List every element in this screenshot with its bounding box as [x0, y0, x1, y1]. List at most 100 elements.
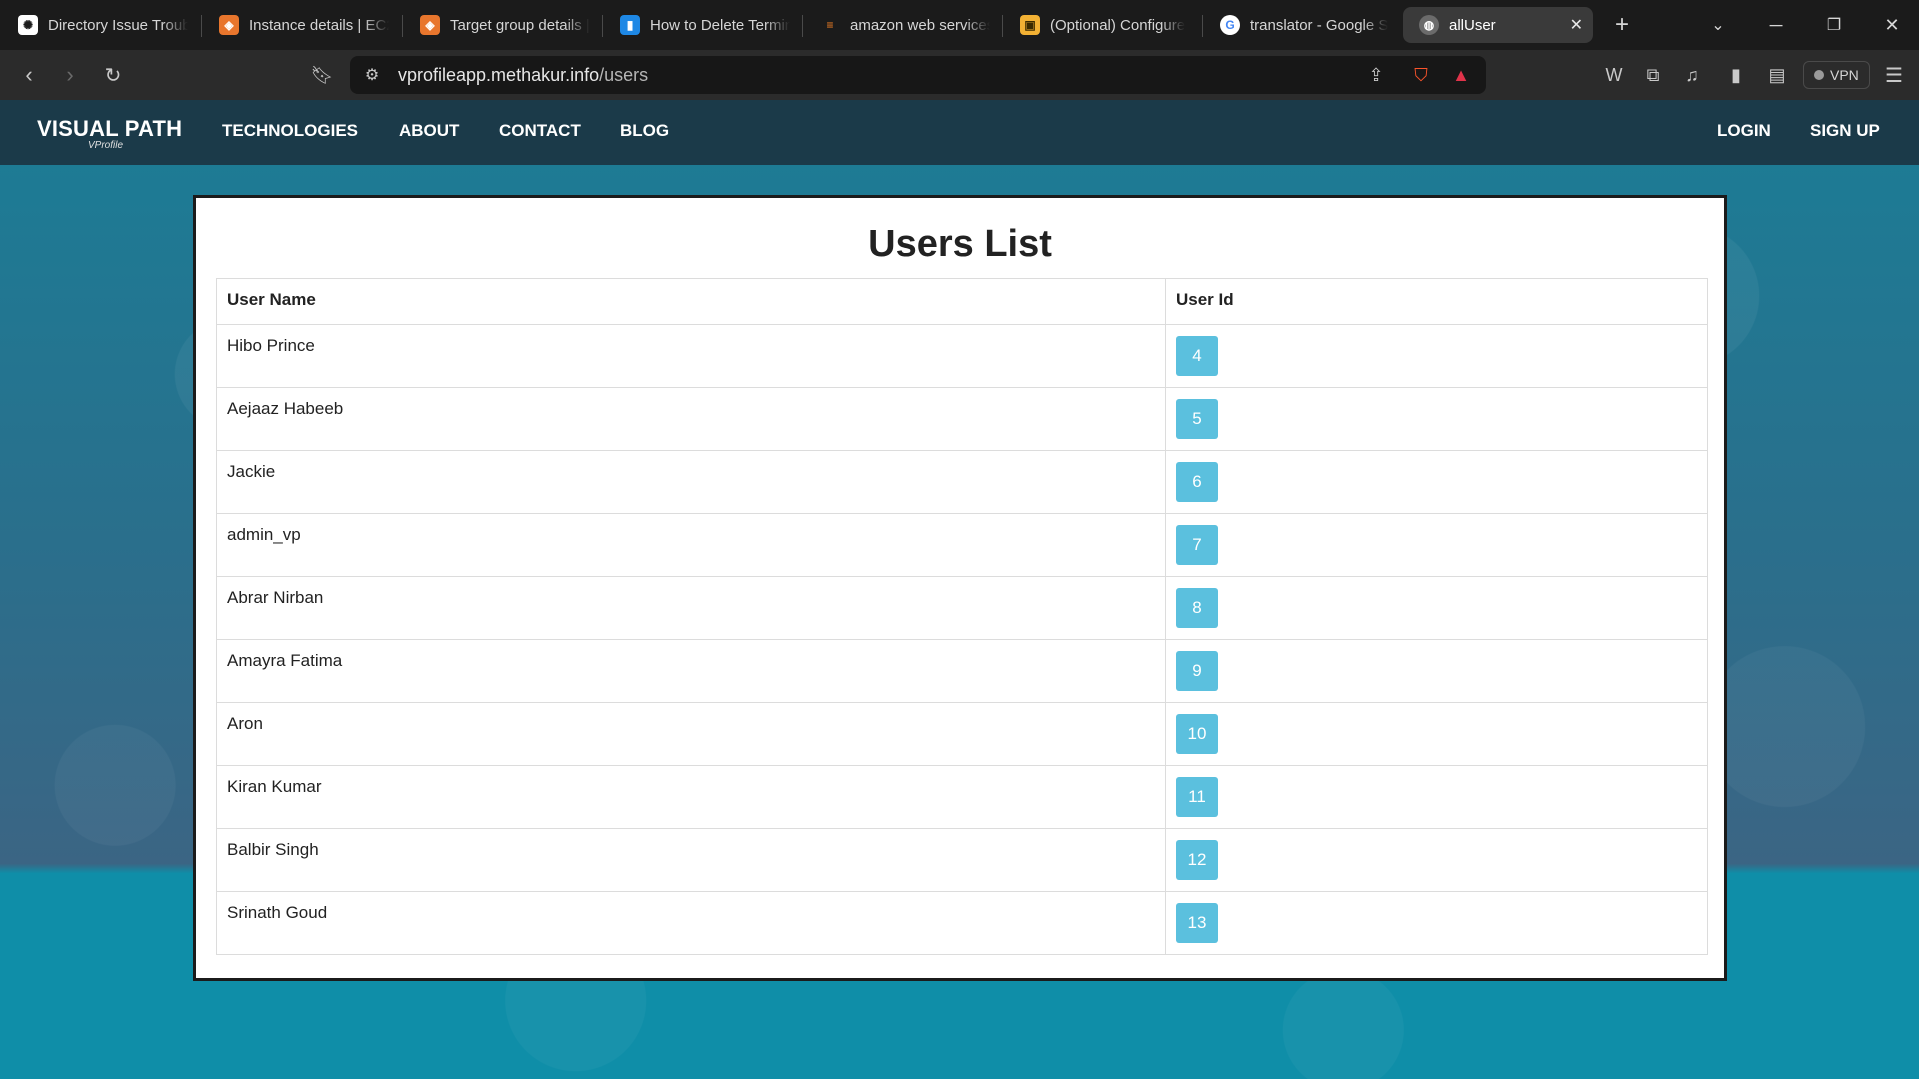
url-host: vprofileapp.methakur.info [398, 64, 600, 85]
user-id-badge[interactable]: 8 [1176, 588, 1218, 628]
table-row: Balbir Singh 12 [216, 828, 1708, 892]
stackoverflow-icon: ≡ [826, 18, 834, 32]
site-info-icon[interactable]: ⚙ [356, 59, 388, 91]
user-id-cell: 4 [1165, 324, 1708, 388]
user-id-badge[interactable]: 13 [1176, 903, 1218, 943]
browser-tab[interactable]: ≡ amazon web services [804, 7, 1000, 43]
user-id-cell: 10 [1165, 702, 1708, 766]
video-icon: ▮ [620, 15, 640, 35]
close-window-button[interactable]: ✕ [1876, 10, 1908, 40]
wallet-icon[interactable]: ▤ [1761, 59, 1793, 91]
globe-icon: ◍ [1419, 15, 1439, 35]
close-tab-icon[interactable]: ✕ [1562, 15, 1583, 35]
browser-tab[interactable]: ◈ Instance details | EC2 [203, 7, 399, 43]
table-row: Aron 10 [216, 702, 1708, 766]
user-id-badge[interactable]: 4 [1176, 336, 1218, 376]
forward-icon[interactable]: › [54, 59, 86, 91]
restore-button[interactable]: ❐ [1818, 10, 1850, 40]
tab-title: amazon web services [850, 16, 990, 34]
user-id-badge[interactable]: 10 [1176, 714, 1218, 754]
google-icon: G [1220, 15, 1240, 35]
aws-icon: ◈ [420, 15, 440, 35]
tab-separator [1002, 15, 1003, 37]
user-name-cell: Jackie [216, 450, 1166, 514]
user-id-cell: 12 [1165, 828, 1708, 892]
users-panel: Users List User Name User Id Hibo Prince… [193, 195, 1727, 981]
user-name-cell: Aron [216, 702, 1166, 766]
nav-technologies[interactable]: TECHNOLOGIES [222, 121, 358, 141]
brave-shields-icon[interactable]: ⛉ [1405, 59, 1437, 91]
tab-separator [602, 15, 603, 37]
table-row: Aejaaz Habeeb 5 [216, 387, 1708, 451]
user-id-badge[interactable]: 5 [1176, 399, 1218, 439]
user-name-cell: Srinath Goud [216, 891, 1166, 955]
user-id-cell: 5 [1165, 387, 1708, 451]
user-id-badge[interactable]: 11 [1176, 777, 1218, 817]
brave-rewards-icon[interactable]: ▲ [1445, 59, 1477, 91]
tab-separator [201, 15, 202, 37]
brand-logo[interactable]: VISUAL PATH [37, 116, 182, 142]
openai-icon: ✺ [18, 15, 38, 35]
address-bar[interactable]: ⚙ vprofileapp.methakur.info/users ⇪ ⛉ ▲ [350, 56, 1486, 94]
user-name-cell: admin_vp [216, 513, 1166, 577]
url-text[interactable]: vprofileapp.methakur.info/users [398, 65, 648, 86]
browser-tab[interactable]: ▣ (Optional) Configure [1004, 7, 1200, 43]
vpn-button[interactable]: VPN [1803, 61, 1870, 89]
tab-separator [402, 15, 403, 37]
table-row: Abrar Nirban 8 [216, 576, 1708, 640]
tab-title: allUser [1449, 16, 1496, 34]
media-icon[interactable]: ♫ [1676, 59, 1708, 91]
users-table-body: Hibo Prince 4 Aejaaz Habeeb 5 Jackie 6 admin_v… [216, 324, 1708, 955]
user-name-cell: Hibo Prince [216, 324, 1166, 388]
aws-icon: ◈ [219, 15, 239, 35]
signup-link[interactable]: SIGN UP [1810, 121, 1880, 141]
nav-contact[interactable]: CONTACT [499, 121, 581, 141]
brand-subtitle: VProfile [88, 140, 124, 151]
user-id-badge[interactable]: 7 [1176, 525, 1218, 565]
user-id-cell: 7 [1165, 513, 1708, 577]
login-link[interactable]: LOGIN [1717, 121, 1771, 141]
tab-title: Instance details | EC2 [249, 16, 389, 34]
table-row: Amayra Fatima 9 [216, 639, 1708, 703]
minimize-button[interactable]: ─ [1760, 10, 1792, 40]
tab-title: (Optional) Configure [1050, 16, 1186, 34]
table-row: Hibo Prince 4 [216, 324, 1708, 388]
user-name-cell: Amayra Fatima [216, 639, 1166, 703]
user-id-cell: 11 [1165, 765, 1708, 829]
new-tab-button[interactable]: + [1606, 10, 1638, 40]
browser-tab[interactable]: ◈ Target group details | [404, 7, 600, 43]
page-viewport: VISUAL PATH VProfile TECHNOLOGIES ABOUT … [0, 100, 1919, 1079]
extensions-icon[interactable]: ⧉ [1637, 59, 1669, 91]
reload-icon[interactable]: ↻ [97, 59, 129, 91]
browser-tab-bar: ✺ Directory Issue Troubl ◈ Instance deta… [0, 0, 1919, 50]
user-name-cell: Balbir Singh [216, 828, 1166, 892]
sidebar-icon[interactable]: ▮ [1720, 59, 1752, 91]
back-icon[interactable]: ‹ [13, 59, 45, 91]
table-row: admin_vp 7 [216, 513, 1708, 577]
nav-about[interactable]: ABOUT [399, 121, 459, 141]
column-header-user-id: User Id [1165, 278, 1708, 325]
table-row: Kiran Kumar 11 [216, 765, 1708, 829]
nav-blog[interactable]: BLOG [620, 121, 669, 141]
tab-title: Directory Issue Troubl [48, 16, 188, 34]
user-id-badge[interactable]: 12 [1176, 840, 1218, 880]
wallet-w-icon[interactable]: W [1598, 59, 1630, 91]
browser-tab[interactable]: G translator - Google S [1204, 7, 1400, 43]
share-icon[interactable]: ⇪ [1360, 59, 1392, 91]
browser-tab[interactable]: ✺ Directory Issue Troubl [2, 7, 198, 43]
vpn-status-dot [1814, 70, 1824, 80]
tab-separator [802, 15, 803, 37]
table-row: Srinath Goud 13 [216, 891, 1708, 955]
bookmark-icon[interactable]: 🔖︎ [306, 59, 338, 91]
aws-docs-icon: ▣ [1020, 15, 1040, 35]
browser-tab-active[interactable]: ◍ allUser ✕ [1403, 7, 1593, 43]
tab-title: How to Delete Termin [650, 16, 790, 34]
user-id-cell: 8 [1165, 576, 1708, 640]
url-path: /users [599, 64, 649, 85]
user-id-badge[interactable]: 9 [1176, 651, 1218, 691]
tab-search-chevron-icon[interactable]: ⌄ [1702, 10, 1734, 40]
user-id-badge[interactable]: 6 [1176, 462, 1218, 502]
menu-icon[interactable]: ☰ [1878, 59, 1910, 91]
browser-tab[interactable]: ▮ How to Delete Termin [604, 7, 800, 43]
user-name-cell: Abrar Nirban [216, 576, 1166, 640]
